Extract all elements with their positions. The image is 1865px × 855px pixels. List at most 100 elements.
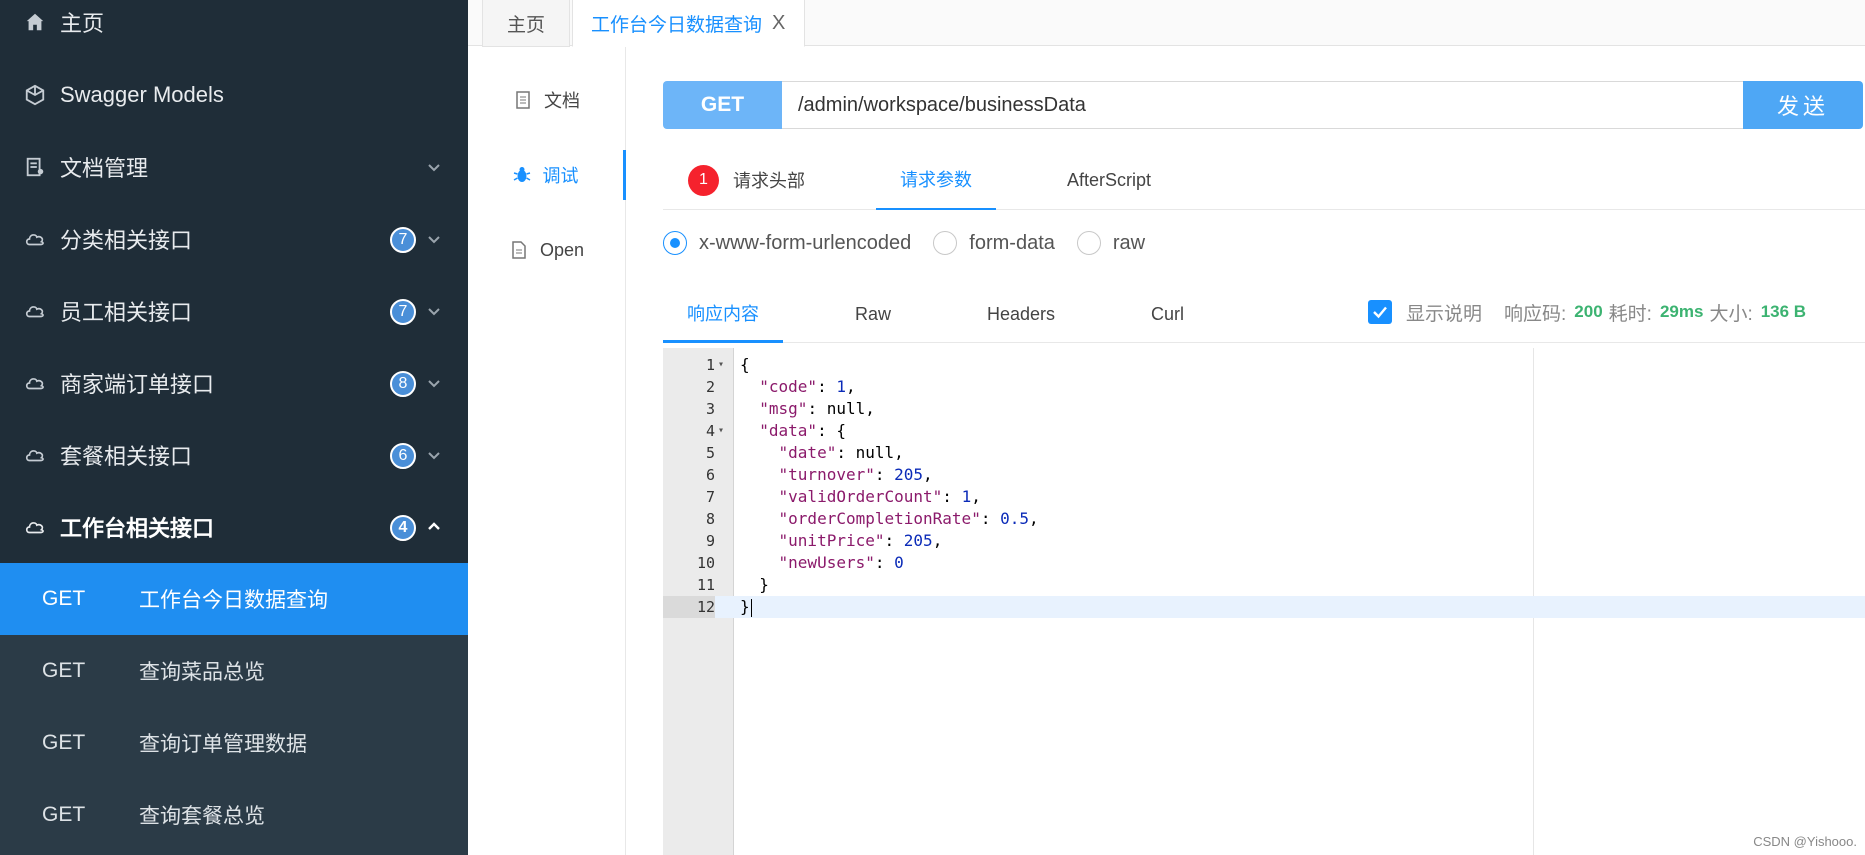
http-method: GET	[42, 803, 86, 826]
tab-curl[interactable]: Curl	[1151, 285, 1184, 343]
send-button[interactable]: 发送	[1743, 81, 1863, 129]
code-line: 12}	[663, 596, 1865, 618]
sidebar-item-label: 文档管理	[60, 156, 149, 181]
radio-circle	[933, 231, 958, 255]
method-select[interactable]: GET	[663, 81, 782, 129]
code-text: }	[740, 575, 769, 594]
docnav-doc[interactable]: 文档	[468, 75, 626, 125]
code-line: 8 "orderCompletionRate": 0.5,	[663, 508, 1865, 530]
cloud-icon	[24, 444, 46, 466]
http-method: GET	[42, 659, 86, 682]
code-line: 10 "newUsers": 0	[663, 552, 1865, 574]
docnav-debug[interactable]: 调试	[468, 150, 626, 200]
body-type-group: x-www-form-urlencoded form-data raw	[663, 228, 1167, 258]
chevron-down-icon	[424, 301, 444, 321]
line-number: 5	[705, 444, 715, 462]
tab-today-data[interactable]: 工作台今日数据查询 X	[572, 0, 805, 47]
radio-label: raw	[1112, 231, 1146, 254]
line-number: 12	[663, 596, 715, 618]
tab-response-content[interactable]: 响应内容	[663, 285, 783, 343]
fold-arrow-icon[interactable]: ▾	[718, 354, 724, 376]
sidebar-item-label: 分类相关接口	[60, 228, 193, 253]
line-number: 4	[705, 422, 715, 440]
radio-circle	[663, 231, 687, 255]
chevron-down-icon	[424, 445, 444, 465]
request-bar: GET /admin/workspace/businessData 发送	[663, 81, 1863, 129]
tab-label: 工作台今日数据查询	[591, 14, 763, 36]
sidebar-item-home[interactable]: 主页	[0, 0, 468, 58]
radio-form-data[interactable]: form-data	[933, 231, 1055, 255]
code-line: 5 "date": null,	[663, 442, 1865, 464]
line-number: 9	[705, 532, 715, 550]
api-label: 查询套餐总览	[139, 805, 265, 828]
sidebar-item-workspace-api[interactable]: 工作台相关接口 4	[0, 491, 468, 563]
api-label: 工作台今日数据查询	[139, 589, 328, 612]
url-input[interactable]: /admin/workspace/businessData	[782, 81, 1743, 129]
sidebar-item-category-api[interactable]: 分类相关接口 7	[0, 203, 468, 275]
sidebar-item-label: 主页	[60, 11, 105, 36]
sidebar-item-employee-api[interactable]: 员工相关接口 7	[0, 275, 468, 347]
tab-request-params[interactable]: 请求参数	[876, 150, 996, 210]
docnav-label: 调试	[542, 166, 579, 186]
api-item-setmeal-overview[interactable]: GET 查询套餐总览	[0, 779, 468, 851]
count-badge: 4	[390, 515, 416, 541]
line-number: 8	[705, 510, 715, 528]
docnav-open[interactable]: Open	[468, 225, 626, 275]
code-line: 1 ▾ {	[663, 354, 1865, 376]
status-code-label: 响应码:	[1504, 303, 1567, 325]
sidebar-item-doc-manage[interactable]: 文档管理	[0, 131, 468, 203]
api-item-today-data[interactable]: GET 工作台今日数据查询	[0, 563, 468, 635]
home-icon	[24, 11, 46, 33]
fold-arrow-icon[interactable]: ▾	[718, 420, 724, 442]
code-text: "validOrderCount": 1,	[778, 487, 981, 506]
cloud-icon	[24, 516, 46, 538]
time-value: 29ms	[1659, 302, 1704, 321]
cloud-icon	[24, 228, 46, 250]
tab-raw[interactable]: Raw	[855, 285, 891, 343]
code-text: "newUsers": 0	[778, 553, 904, 572]
count-badge: 7	[390, 299, 416, 325]
sidebar-item-swagger-models[interactable]: Swagger Models	[0, 59, 468, 131]
line-number: 1	[705, 356, 715, 374]
code-text: "data": {	[759, 421, 846, 440]
code-text: "code": 1,	[759, 377, 856, 396]
tab-request-headers[interactable]: 1 请求头部	[688, 150, 805, 210]
radio-label: form-data	[969, 231, 1055, 254]
sidebar-item-label: 商家端订单接口	[60, 372, 215, 397]
doc-nav: 文档 调试 Open	[468, 47, 626, 855]
api-item-dish-overview[interactable]: GET 查询菜品总览	[0, 635, 468, 707]
document-icon	[514, 91, 532, 109]
tab-headers[interactable]: Headers	[987, 285, 1055, 343]
chevron-up-icon	[424, 517, 444, 537]
code-text: "orderCompletionRate": 0.5,	[778, 509, 1039, 528]
tab-home[interactable]: 主页	[482, 0, 570, 47]
response-editor[interactable]: 1 ▾{2 "code": 1, 3 "msg": null, 4 ▾ "data": …	[663, 348, 1865, 855]
tab-afterscript[interactable]: AfterScript	[1067, 150, 1151, 210]
sidebar-item-setmeal-api[interactable]: 套餐相关接口 6	[0, 419, 468, 491]
api-item-order-data[interactable]: GET 查询订单管理数据	[0, 707, 468, 779]
radio-urlencoded[interactable]: x-www-form-urlencoded	[663, 231, 911, 255]
line-number: 11	[696, 576, 715, 594]
code-line: 4 ▾ "data": {	[663, 420, 1865, 442]
sidebar-item-label: Swagger Models	[60, 82, 224, 107]
chevron-down-icon	[424, 373, 444, 393]
show-desc-label: 显示说明	[1406, 303, 1483, 325]
error-count-badge: 1	[688, 164, 719, 196]
code-text: {	[740, 355, 750, 374]
http-method: GET	[42, 731, 86, 754]
show-desc-checkbox[interactable]	[1368, 300, 1392, 324]
line-number: 6	[705, 466, 715, 484]
radio-raw[interactable]: raw	[1076, 231, 1146, 255]
sidebar-item-label: 工作台相关接口	[60, 516, 215, 541]
tab-bar: 主页 工作台今日数据查询 X	[468, 0, 1865, 47]
http-method: GET	[42, 587, 86, 610]
tab-label: 请求头部	[733, 171, 805, 191]
close-icon[interactable]: X	[772, 12, 785, 35]
code-text: "unitPrice": 205,	[778, 531, 943, 550]
size-label: 大小:	[1709, 303, 1753, 325]
chevron-down-icon	[424, 229, 444, 249]
time-label: 耗时:	[1608, 303, 1652, 325]
code-text: "date": null,	[778, 443, 904, 462]
sidebar-item-order-api[interactable]: 商家端订单接口 8	[0, 347, 468, 419]
text-cursor	[750, 598, 752, 617]
